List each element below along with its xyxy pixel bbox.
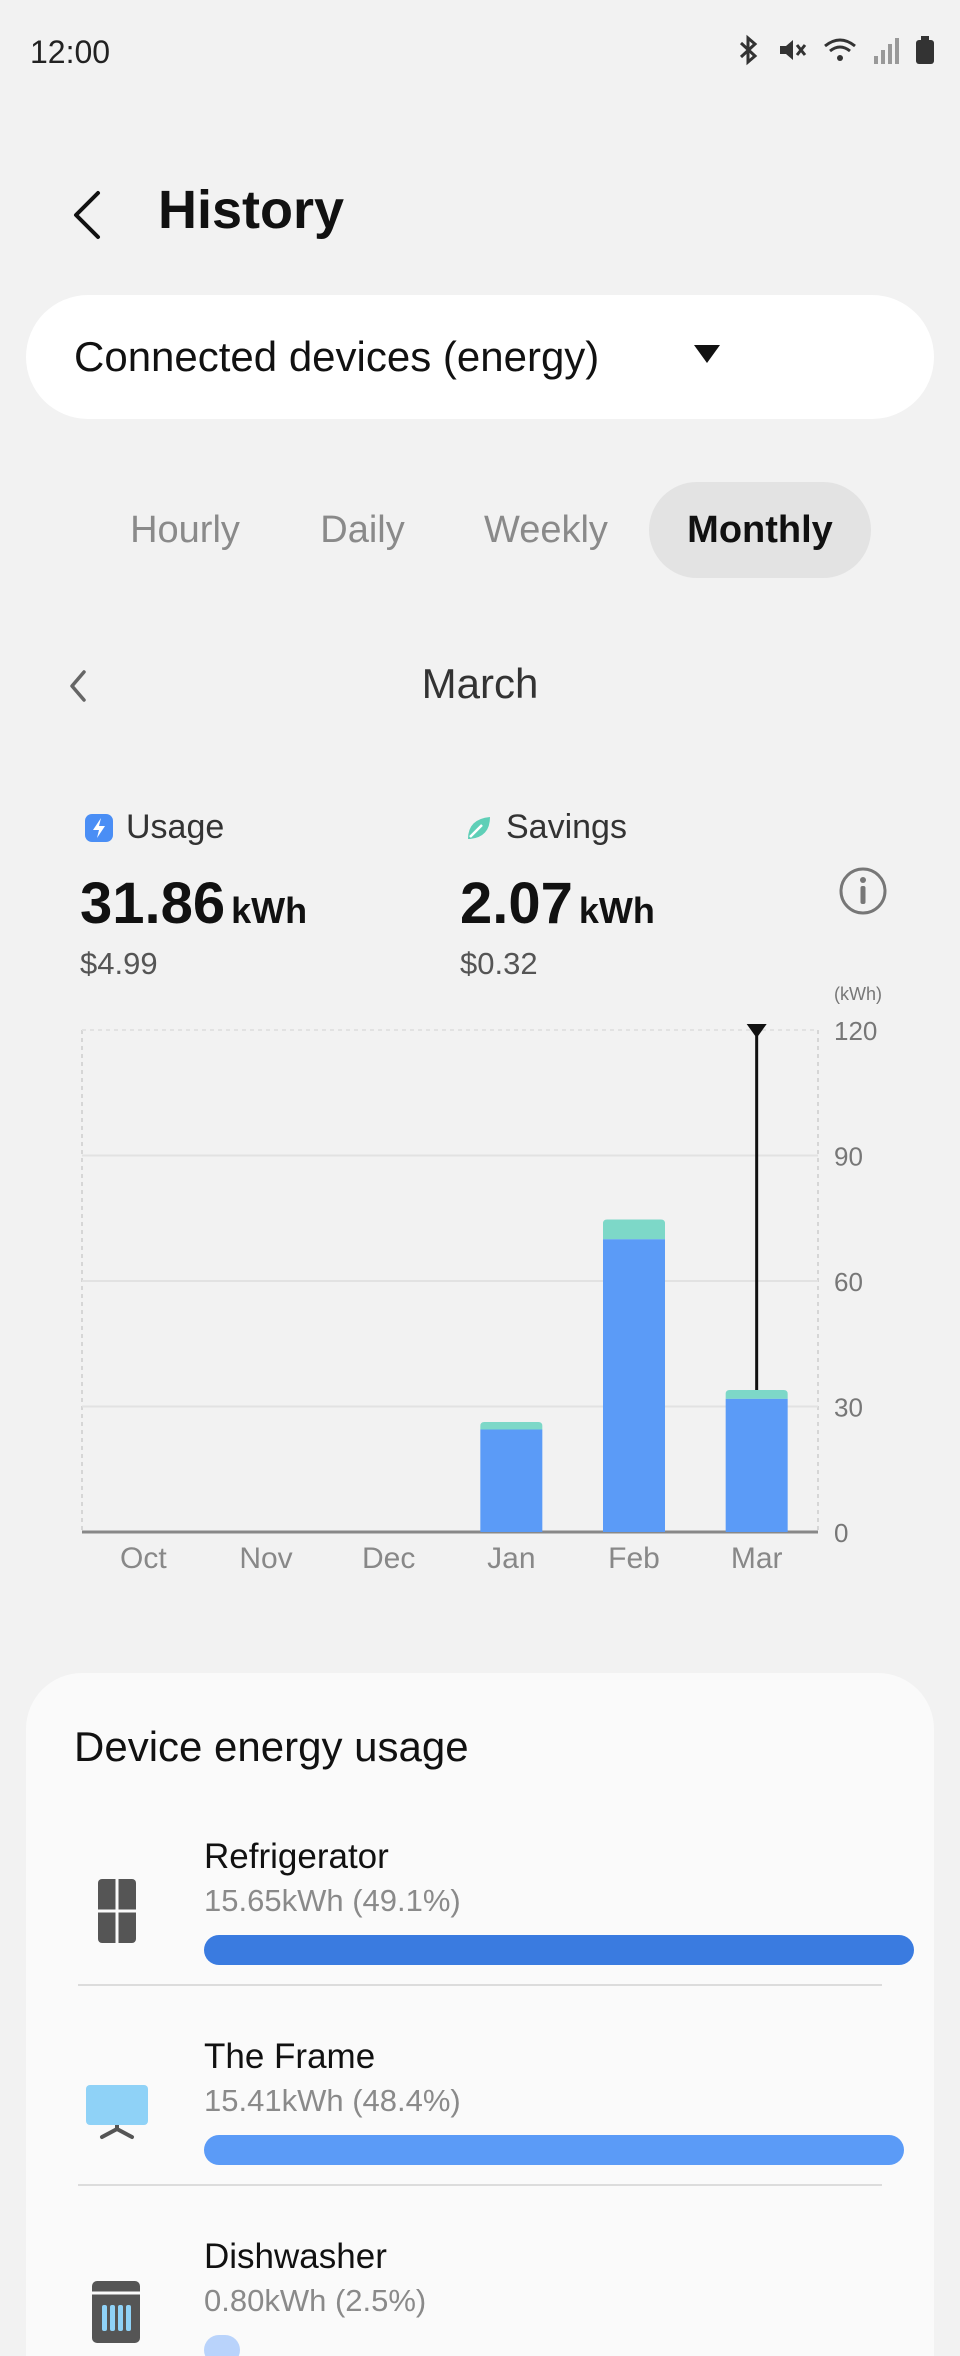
mute-icon xyxy=(776,34,808,66)
y-tick-label: 120 xyxy=(834,1016,877,1046)
device-row-refrigerator[interactable]: Refrigerator 15.65kWh (49.1%) xyxy=(26,1823,934,2023)
x-tick-label: Mar xyxy=(731,1542,783,1575)
bar-savings-mar xyxy=(725,1390,788,1399)
y-unit-label: (kWh) xyxy=(834,984,882,1004)
usage-value-group: 31.86 kWh xyxy=(80,870,307,937)
bar-usage-jan xyxy=(480,1429,543,1532)
usage-label: Usage xyxy=(126,808,225,846)
device-energy-card: Device energy usage Refrigerator 15.65kW… xyxy=(26,1673,934,2356)
device-usage: 15.65kWh (49.1%) xyxy=(204,1883,461,1918)
device-name: Dishwasher xyxy=(204,2237,387,2276)
bar-chart: 0 30 60 90 120 (kWh) Oct Nov Dec Jan Feb Mar xyxy=(81,984,882,1575)
savings-unit: kWh xyxy=(578,890,655,931)
y-tick-label: 0 xyxy=(834,1518,848,1548)
savings-header: Savings xyxy=(464,808,627,847)
x-tick-label: Jan xyxy=(487,1542,535,1575)
x-tick-label: Oct xyxy=(120,1542,167,1575)
app-header: History xyxy=(0,165,960,265)
y-tick-label: 90 xyxy=(834,1142,863,1172)
x-tick-label: Nov xyxy=(239,1542,292,1575)
savings-label: Savings xyxy=(506,808,627,846)
usage-unit: kWh xyxy=(231,890,308,931)
usage-header: Usage xyxy=(84,808,224,847)
battery-icon xyxy=(914,34,936,66)
wifi-icon xyxy=(822,34,858,66)
usage-cost: $4.99 xyxy=(80,946,158,981)
divider xyxy=(78,1984,882,1986)
savings-cost: $0.32 xyxy=(460,946,538,981)
tab-hourly[interactable]: Hourly xyxy=(110,482,260,578)
signal-icon xyxy=(872,34,900,66)
device-name: The Frame xyxy=(204,2037,376,2076)
divider xyxy=(78,2184,882,2186)
bluetooth-icon xyxy=(736,34,762,66)
leaf-icon xyxy=(468,816,490,839)
status-time: 12:00 xyxy=(30,34,111,70)
device-row-dishwasher[interactable]: Dishwasher 0.80kWh (2.5%) xyxy=(26,2223,934,2356)
tv-icon xyxy=(86,2085,148,2139)
card-title: Device energy usage xyxy=(74,1723,469,1770)
x-tick-label: Dec xyxy=(362,1542,415,1575)
lightning-icon xyxy=(85,813,113,842)
tab-monthly[interactable]: Monthly xyxy=(649,482,871,578)
device-usage-bar xyxy=(204,1935,914,1965)
usage-value: 31.86 xyxy=(80,871,226,936)
device-usage-bar xyxy=(204,2135,904,2165)
bar-usage-mar xyxy=(725,1398,788,1532)
device-selector-label: Connected devices (energy) xyxy=(74,333,600,380)
device-row-the-frame[interactable]: The Frame 15.41kWh (48.4%) xyxy=(26,2023,934,2223)
device-name: Refrigerator xyxy=(204,1837,389,1876)
info-icon xyxy=(839,867,887,915)
tab-weekly[interactable]: Weekly xyxy=(466,482,626,578)
back-arrow-icon xyxy=(74,191,100,239)
bar-savings-feb xyxy=(603,1219,665,1240)
y-tick-label: 60 xyxy=(834,1267,863,1297)
y-tick-label: 30 xyxy=(834,1393,863,1423)
device-usage: 15.41kWh (48.4%) xyxy=(204,2083,461,2118)
period-tabs: Hourly Daily Weekly Monthly xyxy=(0,482,960,578)
device-usage-bar xyxy=(204,2335,241,2356)
period-label: March xyxy=(421,660,539,707)
status-icons xyxy=(736,34,936,66)
bar-savings-jan xyxy=(480,1421,543,1430)
x-tick-label: Feb xyxy=(608,1542,660,1575)
bar-usage-feb xyxy=(603,1239,665,1532)
device-selector[interactable]: Connected devices (energy) xyxy=(26,295,934,419)
info-button[interactable] xyxy=(838,866,888,921)
dishwasher-icon xyxy=(92,2281,140,2343)
status-bar: 12:00 xyxy=(0,0,960,110)
tab-daily[interactable]: Daily xyxy=(300,482,425,578)
page-title: History xyxy=(158,180,345,240)
period-navigation: March xyxy=(0,650,960,720)
device-usage: 0.80kWh (2.5%) xyxy=(204,2283,427,2318)
refrigerator-icon xyxy=(98,1879,136,1943)
monthly-usage-chart: 0 30 60 90 120 (kWh) Oct Nov Dec Jan Feb Mar xyxy=(0,980,960,1580)
energy-stats: Usage 31.86 kWh $4.99 Savings 2.07 kWh $0.… xyxy=(0,800,960,1000)
dropdown-triangle-icon xyxy=(694,345,720,363)
back-button[interactable] xyxy=(60,185,120,245)
savings-value-group: 2.07 kWh xyxy=(460,870,655,937)
savings-value: 2.07 xyxy=(460,871,573,936)
